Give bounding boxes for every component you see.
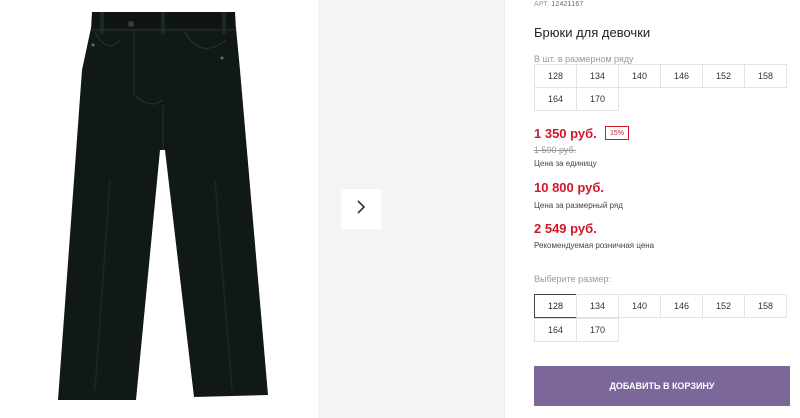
size-option[interactable]: 152 — [702, 294, 745, 318]
add-to-cart-button[interactable]: ДОБАВИТЬ В КОРЗИНУ — [534, 366, 790, 406]
product-image — [0, 0, 318, 418]
unit-price-caption: Цена за единицу — [534, 159, 597, 168]
pack-size-cell: 152 — [702, 64, 745, 88]
pack-size-cell: 128 — [534, 64, 577, 88]
discount-badge: 15% — [605, 126, 629, 140]
size-option-selected[interactable]: 128 — [534, 294, 577, 318]
article-value: 12421167 — [551, 1, 584, 8]
size-option[interactable]: 134 — [576, 294, 619, 318]
pack-size-cell: 140 — [618, 64, 661, 88]
product-title: Брюки для девочки — [534, 25, 651, 40]
pack-size-cell: 158 — [744, 64, 787, 88]
select-size-label: Выберите размер: — [534, 274, 611, 284]
size-option[interactable]: 164 — [534, 318, 577, 342]
divider — [504, 0, 505, 418]
trousers-image — [58, 12, 268, 400]
retail-price-caption: Рекомендуемая розничная цена — [534, 241, 655, 250]
pack-price-caption: Цена за размерный ряд — [534, 201, 623, 210]
old-price: 1 590 руб. — [534, 145, 577, 155]
chevron-right-icon — [355, 199, 367, 220]
size-option[interactable]: 140 — [618, 294, 661, 318]
pack-price: 10 800 руб. — [534, 180, 605, 195]
pack-size-cell: 164 — [534, 87, 577, 111]
size-option[interactable]: 158 — [744, 294, 787, 318]
retail-price: 2 549 руб. — [534, 221, 597, 236]
next-image-button[interactable] — [341, 189, 381, 229]
size-option[interactable]: 146 — [660, 294, 703, 318]
size-option[interactable]: 170 — [576, 318, 619, 342]
pack-size-cell: 170 — [576, 87, 619, 111]
pack-sizes-label: В шт. в размерном ряду — [534, 54, 634, 64]
pack-size-cell: 134 — [576, 64, 619, 88]
article-label: АРТ. — [534, 1, 550, 8]
article-number: АРТ. 12421167 — [534, 1, 584, 8]
pack-size-cell: 146 — [660, 64, 703, 88]
unit-price: 1 350 руб. — [534, 126, 597, 141]
